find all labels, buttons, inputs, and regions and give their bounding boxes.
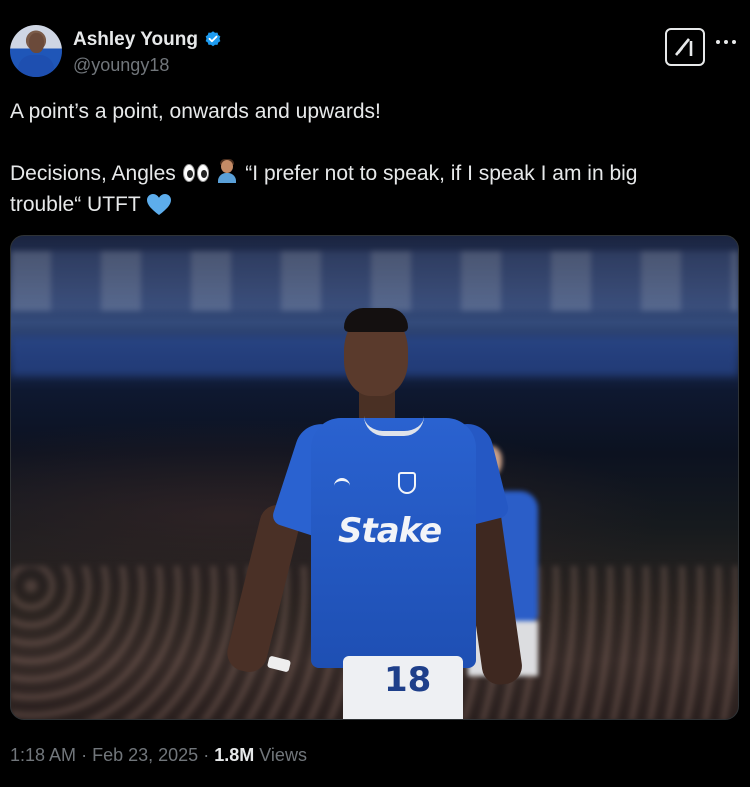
verified-badge-icon bbox=[205, 31, 221, 47]
name-row: Ashley Young bbox=[73, 27, 223, 53]
player-hair bbox=[344, 308, 408, 332]
blue-heart-emoji-icon bbox=[147, 194, 172, 215]
tweet-line-1: A point’s a point, onwards and upwards! bbox=[10, 100, 381, 123]
more-icon[interactable] bbox=[716, 35, 740, 49]
avatar-shirt bbox=[18, 55, 54, 77]
tweet-line-2-prefix: Decisions, Angles bbox=[10, 162, 176, 185]
person-shrugging-emoji-icon bbox=[215, 159, 239, 183]
tweet-photo[interactable]: Stake 18 bbox=[10, 235, 739, 720]
views-count: 1.8M bbox=[214, 745, 255, 765]
eyes-emoji-icon bbox=[182, 163, 210, 183]
more-dot bbox=[732, 40, 736, 44]
more-dot bbox=[724, 40, 728, 44]
author-handle[interactable]: @youngy18 bbox=[73, 55, 169, 76]
tweet-text: A point’s a point, onwards and upwards! … bbox=[10, 96, 730, 220]
avatar[interactable] bbox=[10, 25, 62, 77]
tweet-line-2: Decisions, Angles “I prefer not to speak… bbox=[10, 158, 730, 189]
more-dot bbox=[716, 40, 720, 44]
tweet-line-3-text: trouble“ UTFT bbox=[10, 193, 141, 216]
player-figure: Stake 18 bbox=[223, 306, 525, 719]
grok-glyph-icon bbox=[674, 38, 693, 56]
club-crest-icon bbox=[398, 472, 416, 494]
tweet-date[interactable]: Feb 23, 2025 bbox=[92, 745, 198, 765]
views-label: Views bbox=[259, 745, 307, 765]
meta-separator: · bbox=[203, 745, 210, 765]
stadium-stand bbox=[11, 251, 738, 311]
author-name[interactable]: Ashley Young bbox=[73, 29, 198, 51]
tweet-line-3: trouble“ UTFT bbox=[10, 189, 730, 220]
player-wristband bbox=[266, 655, 292, 673]
tweet-line-2-quote: “I prefer not to speak, if I speak I am … bbox=[245, 162, 638, 185]
meta-separator: · bbox=[81, 745, 88, 765]
tweet-header: Ashley Young @youngy18 bbox=[10, 25, 740, 81]
grok-icon[interactable] bbox=[665, 28, 705, 66]
tweet-time[interactable]: 1:18 AM bbox=[10, 745, 76, 765]
avatar-face bbox=[29, 33, 44, 53]
shirt-sponsor-text: Stake bbox=[338, 511, 442, 551]
tweet-meta: 1:18 AM · Feb 23, 2025 · 1.8M Views bbox=[10, 745, 307, 766]
kit-maker-logo-icon bbox=[334, 478, 350, 488]
shirt-number: 18 bbox=[384, 660, 432, 700]
